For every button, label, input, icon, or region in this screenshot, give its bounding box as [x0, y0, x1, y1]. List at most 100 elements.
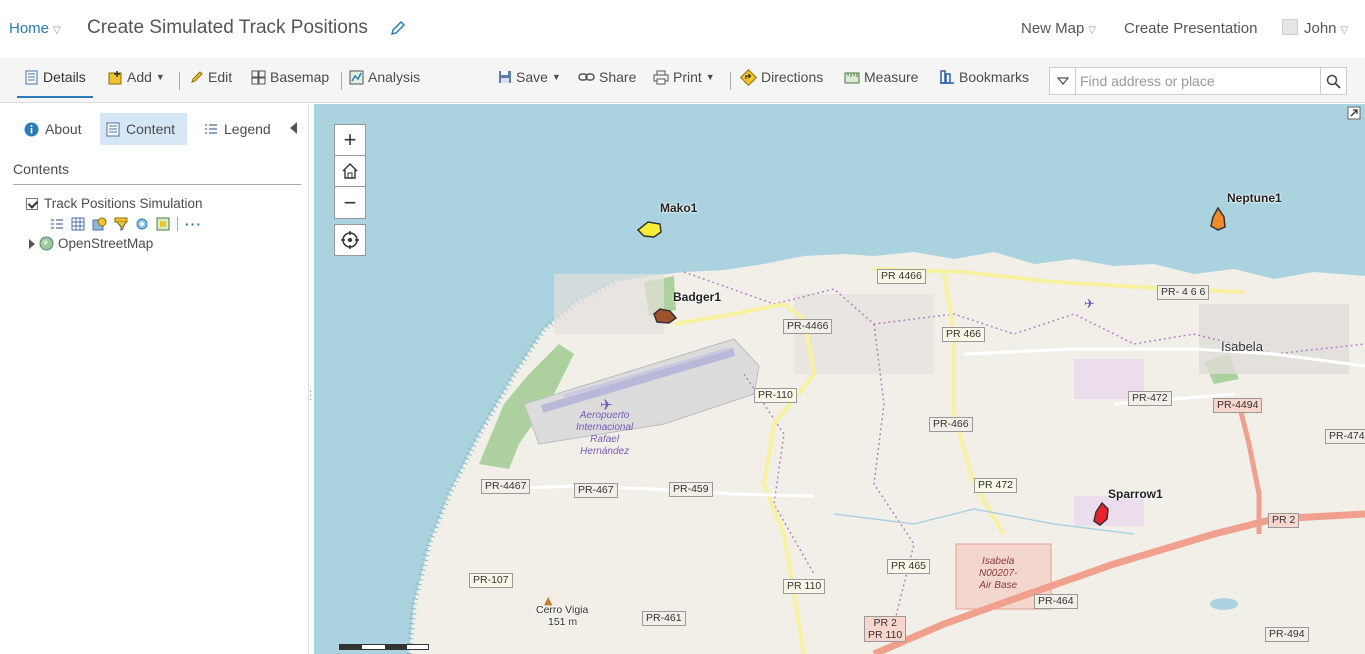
home-label[interactable]: Home: [9, 20, 49, 37]
chevron-down-icon[interactable]: [1056, 77, 1069, 85]
chevron-down-icon[interactable]: ▼: [552, 72, 561, 82]
layer-visibility-checkbox[interactable]: [26, 197, 38, 210]
layer-name[interactable]: OpenStreetMap: [58, 236, 153, 251]
analysis-button[interactable]: Analysis: [349, 58, 420, 96]
add-button[interactable]: Add ▼: [108, 58, 165, 96]
save-disk-icon: [499, 71, 511, 83]
directions-label[interactable]: Directions: [761, 69, 823, 85]
measure-button[interactable]: Measure: [844, 58, 918, 96]
save-label[interactable]: Save: [516, 69, 548, 85]
user-name[interactable]: John: [1304, 20, 1337, 37]
change-style-icon[interactable]: [92, 217, 107, 231]
layer-item-openstreetmap[interactable]: OpenStreetMap: [29, 236, 153, 251]
road-shield-line: PR 2: [873, 617, 897, 629]
track-marker-mako1: [636, 221, 662, 238]
tab-about[interactable]: About: [18, 113, 88, 145]
residential-area: [554, 274, 664, 334]
toolbar-divider: [341, 72, 342, 90]
tab-content[interactable]: Content: [100, 113, 187, 145]
edit-button[interactable]: Edit: [190, 58, 232, 96]
new-map-label[interactable]: New Map: [1021, 20, 1084, 37]
print-button[interactable]: Print ▼: [653, 58, 715, 96]
attribute-table-icon[interactable]: [71, 217, 85, 231]
road-shield: PR 110: [783, 579, 826, 594]
tab-legend-label[interactable]: Legend: [224, 121, 271, 137]
poi-label-airbase: Isabela N00207- Air Base: [979, 556, 1017, 592]
zoom-out-button[interactable]: −: [335, 187, 365, 218]
search-input[interactable]: [1080, 71, 1316, 91]
layer-item-track-positions[interactable]: Track Positions Simulation: [26, 196, 203, 211]
road-shield: PR-466: [929, 417, 973, 432]
basemap-button[interactable]: Basemap: [251, 58, 329, 96]
collapse-panel-arrow-icon[interactable]: [290, 122, 297, 134]
share-label[interactable]: Share: [599, 69, 636, 85]
basemap-label[interactable]: Basemap: [270, 69, 329, 85]
more-options-icon[interactable]: ···: [185, 216, 202, 232]
add-label[interactable]: Add: [127, 69, 152, 85]
chevron-down-icon[interactable]: ▼: [706, 72, 715, 82]
toolbar: Details Add ▼ Edit Basemap Analysis Save…: [0, 58, 1365, 103]
zoom-in-button[interactable]: +: [335, 125, 365, 156]
tab-about-label[interactable]: About: [45, 121, 82, 137]
road-shield: PR-461: [642, 611, 686, 626]
edit-title-pencil-icon[interactable]: [390, 20, 406, 36]
edit-label[interactable]: Edit: [208, 69, 232, 85]
place-label-cerro-vigia: Cerro Vigia: [536, 604, 589, 616]
details-label[interactable]: Details: [43, 69, 86, 85]
road-shield-pr2-pr110: PR 2 PR 110: [864, 616, 907, 642]
expand-arrow-icon[interactable]: [29, 238, 35, 249]
expand-map-icon[interactable]: [1347, 106, 1361, 120]
details-button[interactable]: Details: [17, 58, 93, 98]
chevron-down-icon[interactable]: ▽: [1088, 25, 1096, 36]
map-view[interactable]: ✈ ✈ ▲ Mako1 Neptune1 Badger1 Sparrow1 Is…: [314, 104, 1365, 654]
show-legend-icon[interactable]: [50, 217, 64, 231]
bookmarks-button[interactable]: Bookmarks: [939, 58, 1029, 96]
analysis-label[interactable]: Analysis: [368, 69, 420, 85]
bookmarks-label[interactable]: Bookmarks: [959, 69, 1029, 85]
legend-list-icon: [205, 123, 217, 134]
tab-legend[interactable]: Legend: [198, 113, 277, 145]
user-menu[interactable]: John ▽: [1304, 20, 1348, 37]
home-menu[interactable]: Home ▽: [9, 20, 61, 37]
panel-resize-handle[interactable]: · · ·: [309, 387, 312, 405]
poi-line: Aeropuerto: [579, 410, 630, 421]
create-presentation-link[interactable]: Create Presentation: [1124, 20, 1257, 37]
new-map-menu[interactable]: New Map ▽: [1021, 20, 1096, 37]
directions-sign-icon: [740, 68, 757, 86]
print-label[interactable]: Print: [673, 69, 702, 85]
road-shield: PR 466: [942, 327, 986, 342]
airfield-plane-icon: ✈: [1084, 297, 1095, 312]
filter-icon[interactable]: [114, 217, 128, 231]
road-shield: PR 465: [887, 559, 931, 574]
layer-properties-icon[interactable]: [156, 217, 170, 231]
locate-crosshair-icon[interactable]: [340, 230, 360, 250]
chevron-down-icon[interactable]: ▽: [1341, 25, 1349, 36]
zoom-controls: + −: [334, 124, 366, 219]
printer-icon: [653, 70, 669, 84]
residential-area: [794, 294, 934, 374]
pond: [1210, 598, 1238, 610]
search-icon[interactable]: [1326, 74, 1341, 89]
add-layer-icon: [108, 70, 122, 84]
directions-button[interactable]: Directions: [740, 58, 823, 96]
avatar[interactable]: [1282, 19, 1298, 35]
locate-button[interactable]: [334, 224, 366, 256]
share-button[interactable]: Share: [578, 58, 636, 96]
save-button[interactable]: Save ▼: [498, 58, 561, 96]
road-shield-line: PR 110: [868, 629, 903, 641]
measure-ruler-icon: [844, 72, 860, 83]
home-icon[interactable]: [340, 161, 360, 181]
search-source-dropdown[interactable]: [1050, 68, 1076, 94]
toolbar-divider: [179, 72, 180, 90]
layer-name[interactable]: Track Positions Simulation: [44, 196, 203, 211]
road-shield: PR 472: [974, 478, 1018, 493]
search-button[interactable]: [1320, 68, 1346, 94]
perform-analysis-icon[interactable]: [135, 217, 149, 231]
road-shield: PR-4467: [481, 479, 531, 494]
chevron-down-icon[interactable]: ▽: [53, 25, 61, 36]
measure-label[interactable]: Measure: [864, 69, 918, 85]
tab-content-label[interactable]: Content: [126, 121, 175, 137]
chevron-down-icon[interactable]: ▼: [156, 72, 165, 82]
road-shield: PR 2: [1268, 513, 1300, 528]
home-extent-button[interactable]: [335, 156, 365, 187]
